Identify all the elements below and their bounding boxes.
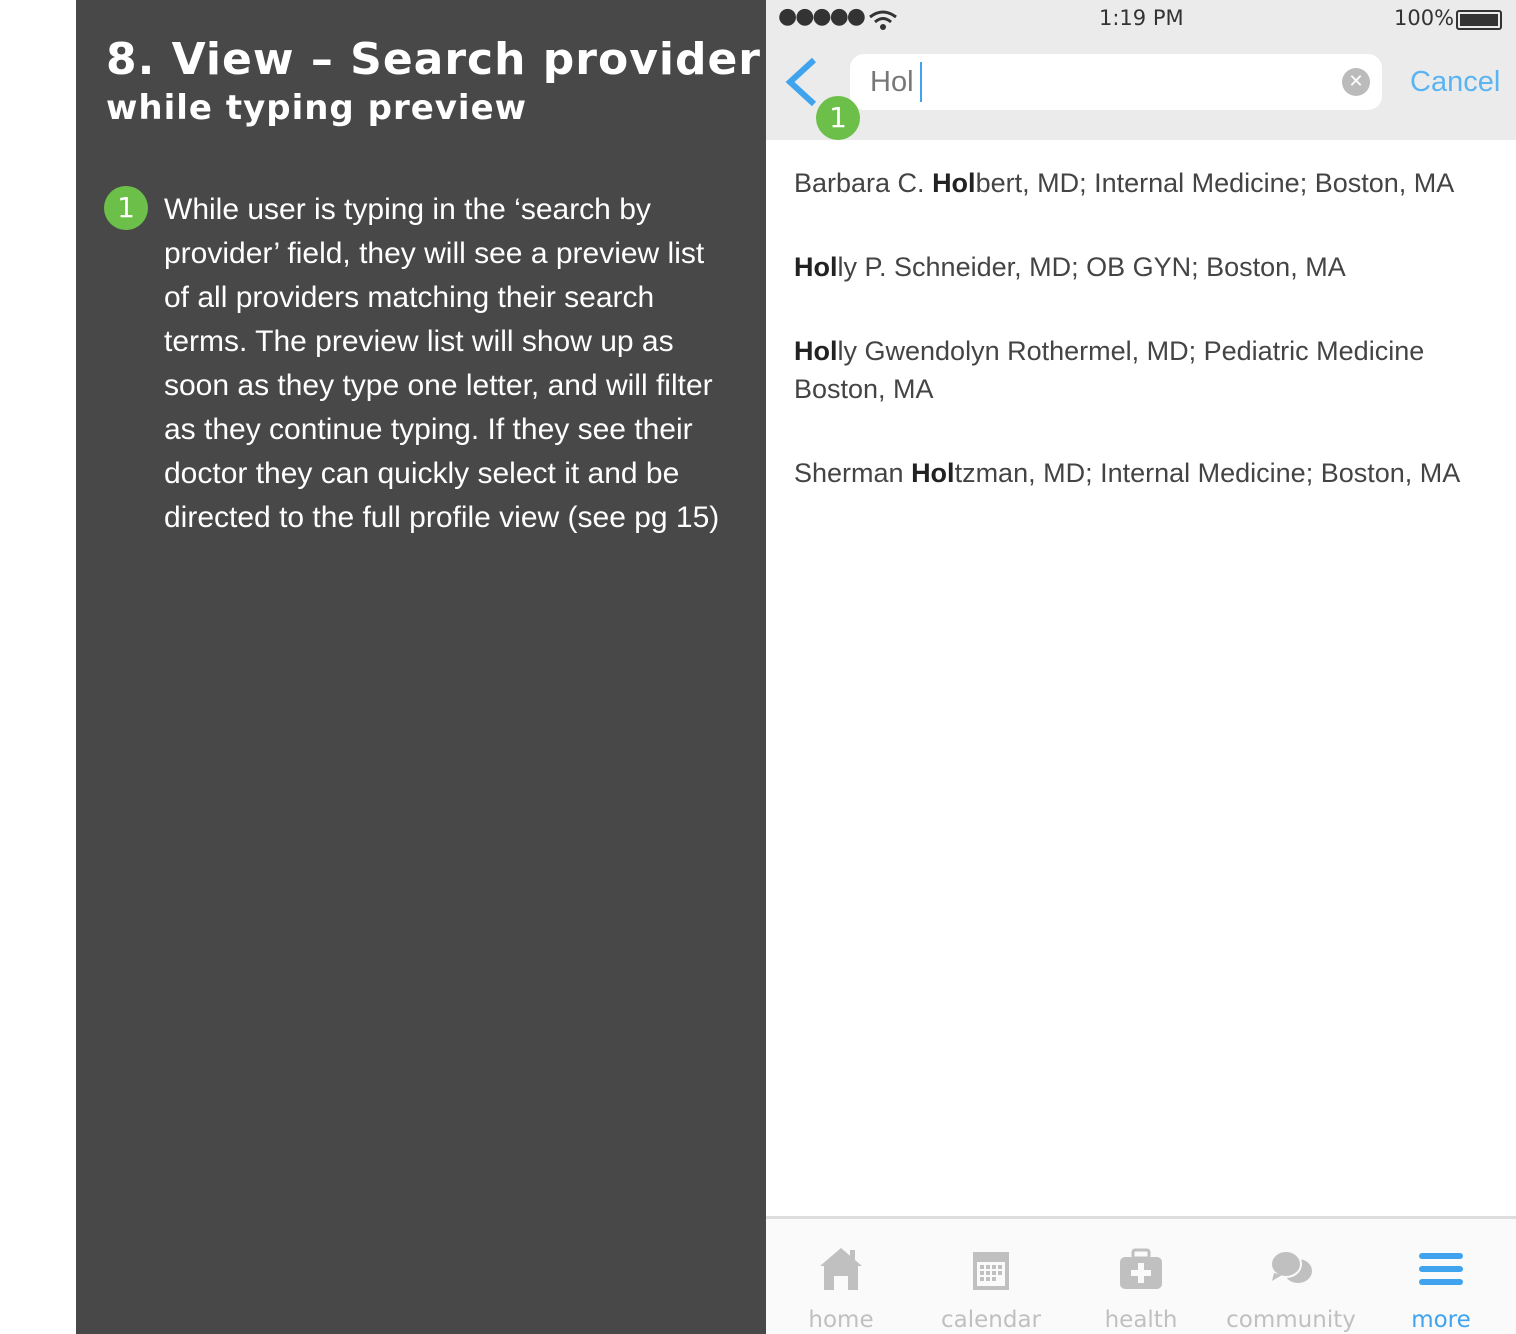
tab-label: home: [808, 1307, 874, 1333]
cancel-button[interactable]: Cancel: [1410, 66, 1500, 99]
tab-more[interactable]: more: [1366, 1219, 1516, 1333]
result-match: Hol: [794, 252, 838, 282]
result-item[interactable]: Holly P. Schneider, MD; OB GYN; Boston, …: [794, 248, 1504, 286]
menu-icon: [1419, 1253, 1463, 1285]
annotation-description: While user is typing in the ‘search by p…: [164, 193, 720, 534]
phone-screen: ●●●●● 1:19 PM 100% ✕ 1 Cancel Barbara C.…: [766, 0, 1516, 1334]
clear-search-icon[interactable]: ✕: [1342, 68, 1370, 96]
tab-calendar[interactable]: calendar: [916, 1219, 1066, 1333]
result-match: Hol: [911, 458, 955, 488]
step-badge: 1: [104, 186, 148, 230]
signal-icon: ●●●●●: [778, 4, 866, 29]
search-input[interactable]: [850, 54, 1330, 110]
result-text: tzman, MD; Internal Medicine; Boston, MA: [954, 458, 1461, 488]
result-item[interactable]: Barbara C. Holbert, MD; Internal Medicin…: [794, 164, 1504, 202]
annotation-title: 8. View – Search provider: [106, 34, 762, 85]
health-kit-icon: [1120, 1248, 1162, 1289]
result-item[interactable]: Holly Gwendolyn Rothermel, MD; Pediatric…: [794, 332, 1474, 408]
status-time: 1:19 PM: [1099, 6, 1184, 30]
result-text: Barbara C.: [794, 168, 933, 198]
search-field[interactable]: ✕: [850, 54, 1382, 110]
back-chevron-icon[interactable]: [782, 56, 818, 108]
result-text: ly Gwendolyn Rothermel, MD; Pediatric Me…: [794, 336, 1425, 404]
result-text: bert, MD; Internal Medicine; Boston, MA: [975, 168, 1455, 198]
battery-icon: [1456, 10, 1502, 30]
calendar-icon: [973, 1252, 1009, 1290]
tab-label: calendar: [940, 1307, 1041, 1333]
tab-health[interactable]: health: [1066, 1219, 1216, 1333]
tab-label: more: [1411, 1307, 1471, 1333]
tab-label: community: [1226, 1307, 1356, 1333]
result-text: Sherman: [794, 458, 912, 488]
result-match: Hol: [932, 168, 976, 198]
result-item[interactable]: Sherman Holtzman, MD; Internal Medicine;…: [794, 454, 1504, 492]
tab-home[interactable]: home: [766, 1219, 916, 1333]
result-text: ly P. Schneider, MD; OB GYN; Boston, MA: [837, 252, 1346, 282]
wifi-icon: [869, 10, 897, 30]
annotation-panel: 8. View – Search provider while typing p…: [76, 0, 766, 1334]
step-badge: 1: [816, 96, 860, 140]
chat-bubbles-icon: [1270, 1250, 1312, 1283]
tab-community[interactable]: community: [1216, 1219, 1366, 1333]
result-match: Hol: [794, 336, 838, 366]
text-cursor: [920, 62, 922, 102]
annotation-subtitle: while typing preview: [106, 88, 528, 128]
tab-label: health: [1104, 1307, 1178, 1333]
search-header: ●●●●● 1:19 PM 100% ✕ 1 Cancel: [766, 0, 1516, 140]
tab-bar: home calendar health community more: [766, 1216, 1516, 1334]
battery-percent: 100%: [1394, 6, 1455, 30]
home-icon: [820, 1248, 862, 1290]
